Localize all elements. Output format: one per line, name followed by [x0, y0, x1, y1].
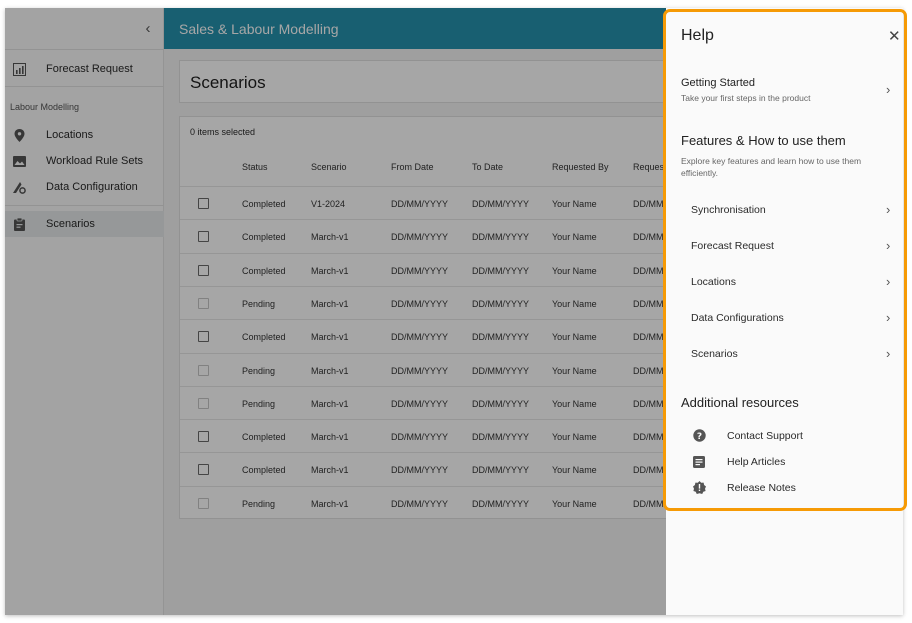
feature-label: Scenarios: [691, 348, 738, 360]
help-feature-synchronisation[interactable]: Synchronisation ›: [666, 196, 903, 224]
resource-label: Release Notes: [727, 482, 796, 494]
chevron-right-icon: ›: [886, 238, 891, 253]
article-icon: [693, 455, 706, 468]
help-articles-link[interactable]: Help Articles: [666, 451, 903, 473]
help-circle-icon: ?: [693, 429, 706, 442]
feature-label: Data Configurations: [691, 312, 784, 324]
resources-title: Additional resources: [681, 395, 799, 410]
feature-label: Forecast Request: [691, 240, 774, 252]
chevron-right-icon: ›: [886, 202, 891, 217]
chevron-right-icon: ›: [886, 346, 891, 361]
resource-label: Help Articles: [727, 456, 786, 468]
chevron-right-icon: ›: [886, 274, 891, 289]
help-feature-data-configurations[interactable]: Data Configurations ›: [666, 304, 903, 332]
resource-label: Contact Support: [727, 430, 803, 442]
contact-support-link[interactable]: ? Contact Support: [666, 425, 903, 447]
chevron-right-icon: ›: [886, 82, 891, 97]
features-description: Explore key features and learn how to us…: [681, 156, 862, 178]
release-notes-link[interactable]: Release Notes: [666, 477, 903, 499]
app-window: ‹ Forecast Request Labour Modelling Loca…: [5, 8, 903, 615]
svg-text:?: ?: [697, 432, 702, 442]
getting-started-subtitle: Take your first steps in the product: [681, 93, 811, 103]
help-feature-forecast-request[interactable]: Forecast Request ›: [666, 232, 903, 260]
close-icon[interactable]: ✕: [888, 29, 901, 44]
help-title: Help: [681, 27, 714, 44]
feature-label: Synchronisation: [691, 204, 766, 216]
help-feature-scenarios[interactable]: Scenarios ›: [666, 340, 903, 368]
alert-badge-icon: [693, 481, 706, 494]
features-title: Features & How to use them: [681, 133, 846, 148]
getting-started-link[interactable]: Getting Started Take your first steps in…: [666, 74, 903, 106]
getting-started-title: Getting Started: [681, 77, 755, 89]
help-feature-locations[interactable]: Locations ›: [666, 268, 903, 296]
feature-label: Locations: [691, 276, 736, 288]
help-panel: Help ✕ Getting Started Take your first s…: [666, 8, 903, 615]
chevron-right-icon: ›: [886, 310, 891, 325]
